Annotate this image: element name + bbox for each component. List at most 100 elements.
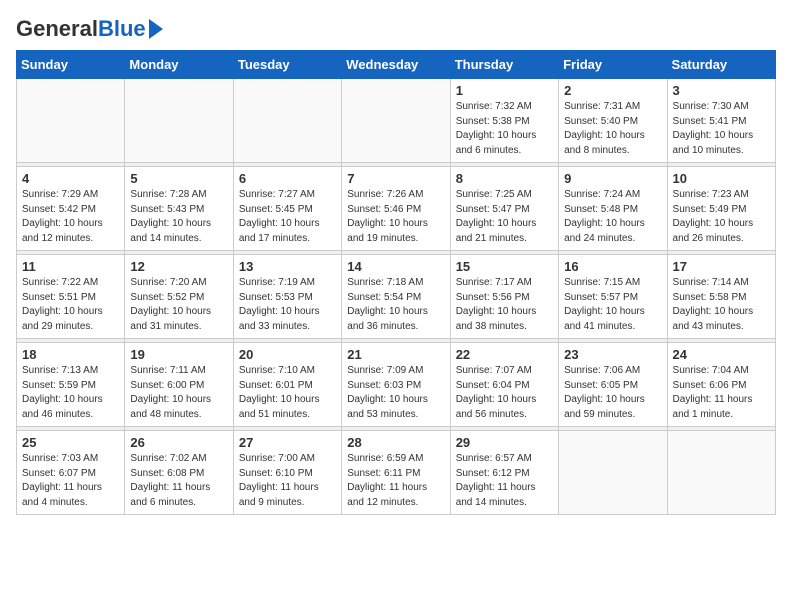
day-info: Sunrise: 7:03 AM Sunset: 6:07 PM Dayligh… <box>22 452 119 510</box>
day-info: Sunrise: 7:29 AM Sunset: 5:42 PM Dayligh… <box>22 188 119 246</box>
day-number: 10 <box>673 171 770 186</box>
day-number: 18 <box>22 347 119 362</box>
calendar-week-row: 25 Sunrise: 7:03 AM Sunset: 6:07 PM Dayli… <box>17 431 776 515</box>
day-number: 27 <box>239 435 336 450</box>
calendar-cell: 11 Sunrise: 7:22 AM Sunset: 5:51 PM Dayli… <box>17 255 125 339</box>
calendar-cell: 21Sunrise: 7:09 AM Sunset: 6:03 PM Dayli… <box>342 343 450 427</box>
day-info: Sunrise: 6:59 AM Sunset: 6:11 PM Dayligh… <box>347 452 444 510</box>
day-number: 5 <box>130 171 227 186</box>
day-number: 2 <box>564 83 661 98</box>
day-info: Sunrise: 7:22 AM Sunset: 5:51 PM Dayligh… <box>22 276 119 334</box>
logo-blue: Blue <box>98 16 146 42</box>
day-info: Sunrise: 7:23 AM Sunset: 5:49 PM Dayligh… <box>673 188 770 246</box>
day-info: Sunrise: 7:32 AM Sunset: 5:38 PM Dayligh… <box>456 100 553 158</box>
day-number: 26 <box>130 435 227 450</box>
day-info: Sunrise: 7:15 AM Sunset: 5:57 PM Dayligh… <box>564 276 661 334</box>
page-header: General Blue <box>16 16 776 42</box>
calendar-cell: 5 Sunrise: 7:28 AM Sunset: 5:43 PM Daylig… <box>125 167 233 251</box>
calendar-cell: 19 Sunrise: 7:11 AM Sunset: 6:00 PM Dayli… <box>125 343 233 427</box>
day-info: Sunrise: 7:00 AM Sunset: 6:10 PM Dayligh… <box>239 452 336 510</box>
day-number: 25 <box>22 435 119 450</box>
calendar-week-row: 1 Sunrise: 7:32 AM Sunset: 5:38 PM Daylig… <box>17 79 776 163</box>
calendar-cell: 20Sunrise: 7:10 AM Sunset: 6:01 PM Dayli… <box>233 343 341 427</box>
day-info: Sunrise: 7:30 AM Sunset: 5:41 PM Dayligh… <box>673 100 770 158</box>
day-number: 9 <box>564 171 661 186</box>
calendar-cell: 9 Sunrise: 7:24 AM Sunset: 5:48 PM Daylig… <box>559 167 667 251</box>
calendar-cell: 12 Sunrise: 7:20 AM Sunset: 5:52 PM Dayli… <box>125 255 233 339</box>
calendar-cell: 22 Sunrise: 7:07 AM Sunset: 6:04 PM Dayli… <box>450 343 558 427</box>
calendar-cell: 10 Sunrise: 7:23 AM Sunset: 5:49 PM Dayli… <box>667 167 775 251</box>
day-info: Sunrise: 7:24 AM Sunset: 5:48 PM Dayligh… <box>564 188 661 246</box>
weekday-sunday: Sunday <box>17 51 125 79</box>
day-number: 12 <box>130 259 227 274</box>
day-info: Sunrise: 7:18 AM Sunset: 5:54 PM Dayligh… <box>347 276 444 334</box>
day-number: 14 <box>347 259 444 274</box>
calendar-table: SundayMondayTuesdayWednesdayThursdayFrid… <box>16 50 776 515</box>
calendar-week-row: 18 Sunrise: 7:13 AM Sunset: 5:59 PM Dayli… <box>17 343 776 427</box>
calendar-week-row: 11 Sunrise: 7:22 AM Sunset: 5:51 PM Dayli… <box>17 255 776 339</box>
calendar-cell: 18 Sunrise: 7:13 AM Sunset: 5:59 PM Dayli… <box>17 343 125 427</box>
day-number: 6 <box>239 171 336 186</box>
calendar-cell: 1 Sunrise: 7:32 AM Sunset: 5:38 PM Daylig… <box>450 79 558 163</box>
day-number: 22 <box>456 347 553 362</box>
calendar-cell: 17 Sunrise: 7:14 AM Sunset: 5:58 PM Dayli… <box>667 255 775 339</box>
day-info: Sunrise: 7:28 AM Sunset: 5:43 PM Dayligh… <box>130 188 227 246</box>
day-info: Sunrise: 7:13 AM Sunset: 5:59 PM Dayligh… <box>22 364 119 422</box>
day-info: Sunrise: 7:14 AM Sunset: 5:58 PM Dayligh… <box>673 276 770 334</box>
logo-general: General <box>16 16 98 42</box>
day-number: 13 <box>239 259 336 274</box>
calendar-cell: 13 Sunrise: 7:19 AM Sunset: 5:53 PM Dayli… <box>233 255 341 339</box>
weekday-thursday: Thursday <box>450 51 558 79</box>
logo-arrow-icon <box>149 19 163 39</box>
day-info: Sunrise: 7:25 AM Sunset: 5:47 PM Dayligh… <box>456 188 553 246</box>
day-info: Sunrise: 7:04 AM Sunset: 6:06 PM Dayligh… <box>673 364 770 422</box>
calendar-cell: 7 Sunrise: 7:26 AM Sunset: 5:46 PM Daylig… <box>342 167 450 251</box>
weekday-saturday: Saturday <box>667 51 775 79</box>
calendar-cell: 2Sunrise: 7:31 AM Sunset: 5:40 PM Daylig… <box>559 79 667 163</box>
day-number: 23 <box>564 347 661 362</box>
day-number: 8 <box>456 171 553 186</box>
calendar-cell: 4 Sunrise: 7:29 AM Sunset: 5:42 PM Daylig… <box>17 167 125 251</box>
calendar-cell <box>233 79 341 163</box>
weekday-monday: Monday <box>125 51 233 79</box>
day-number: 20 <box>239 347 336 362</box>
calendar-cell: 6Sunrise: 7:27 AM Sunset: 5:45 PM Daylig… <box>233 167 341 251</box>
calendar-cell: 15 Sunrise: 7:17 AM Sunset: 5:56 PM Dayli… <box>450 255 558 339</box>
weekday-friday: Friday <box>559 51 667 79</box>
day-number: 28 <box>347 435 444 450</box>
logo: General Blue <box>16 16 163 42</box>
calendar-cell <box>342 79 450 163</box>
day-info: Sunrise: 6:57 AM Sunset: 6:12 PM Dayligh… <box>456 452 553 510</box>
calendar-cell: 8 Sunrise: 7:25 AM Sunset: 5:47 PM Daylig… <box>450 167 558 251</box>
weekday-wednesday: Wednesday <box>342 51 450 79</box>
day-info: Sunrise: 7:20 AM Sunset: 5:52 PM Dayligh… <box>130 276 227 334</box>
weekday-header-row: SundayMondayTuesdayWednesdayThursdayFrid… <box>17 51 776 79</box>
day-number: 7 <box>347 171 444 186</box>
day-number: 1 <box>456 83 553 98</box>
weekday-tuesday: Tuesday <box>233 51 341 79</box>
calendar-week-row: 4 Sunrise: 7:29 AM Sunset: 5:42 PM Daylig… <box>17 167 776 251</box>
calendar-cell: 16 Sunrise: 7:15 AM Sunset: 5:57 PM Dayli… <box>559 255 667 339</box>
day-number: 3 <box>673 83 770 98</box>
day-info: Sunrise: 7:07 AM Sunset: 6:04 PM Dayligh… <box>456 364 553 422</box>
day-number: 4 <box>22 171 119 186</box>
day-number: 16 <box>564 259 661 274</box>
calendar-cell: 28 Sunrise: 6:59 AM Sunset: 6:11 PM Dayli… <box>342 431 450 515</box>
calendar-cell: 14 Sunrise: 7:18 AM Sunset: 5:54 PM Dayli… <box>342 255 450 339</box>
day-number: 17 <box>673 259 770 274</box>
day-info: Sunrise: 7:19 AM Sunset: 5:53 PM Dayligh… <box>239 276 336 334</box>
calendar-cell <box>125 79 233 163</box>
day-info: Sunrise: 7:17 AM Sunset: 5:56 PM Dayligh… <box>456 276 553 334</box>
day-number: 19 <box>130 347 227 362</box>
calendar-cell <box>17 79 125 163</box>
day-number: 15 <box>456 259 553 274</box>
day-info: Sunrise: 7:11 AM Sunset: 6:00 PM Dayligh… <box>130 364 227 422</box>
calendar-cell: 25 Sunrise: 7:03 AM Sunset: 6:07 PM Dayli… <box>17 431 125 515</box>
day-number: 11 <box>22 259 119 274</box>
day-info: Sunrise: 7:06 AM Sunset: 6:05 PM Dayligh… <box>564 364 661 422</box>
day-info: Sunrise: 7:26 AM Sunset: 5:46 PM Dayligh… <box>347 188 444 246</box>
calendar-cell: 26Sunrise: 7:02 AM Sunset: 6:08 PM Dayli… <box>125 431 233 515</box>
calendar-cell: 29Sunrise: 6:57 AM Sunset: 6:12 PM Dayli… <box>450 431 558 515</box>
day-info: Sunrise: 7:09 AM Sunset: 6:03 PM Dayligh… <box>347 364 444 422</box>
calendar-cell <box>667 431 775 515</box>
